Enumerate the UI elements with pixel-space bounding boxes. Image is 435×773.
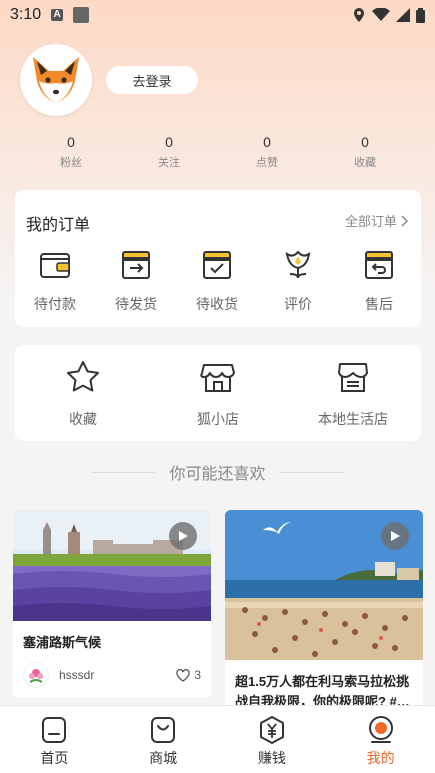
receive-box-icon bbox=[203, 251, 231, 279]
divider-line bbox=[279, 471, 344, 473]
divider-line bbox=[91, 471, 156, 473]
order-pending-receipt[interactable]: 待收货 bbox=[184, 248, 250, 314]
order-pending-shipment[interactable]: 待发货 bbox=[103, 248, 169, 314]
ship-box-icon bbox=[122, 251, 150, 279]
home-icon bbox=[42, 717, 67, 743]
order-item-label: 待发货 bbox=[115, 296, 157, 312]
avatar[interactable] bbox=[20, 44, 92, 116]
feed-thumbnail bbox=[13, 510, 211, 621]
stat-value: 0 bbox=[67, 134, 75, 150]
stat-value: 0 bbox=[165, 134, 173, 150]
stat-likes[interactable]: 0 点赞 bbox=[237, 134, 297, 170]
stat-label: 关注 bbox=[158, 157, 180, 169]
feed-title: 塞浦路斯气候 bbox=[23, 635, 102, 650]
play-button[interactable] bbox=[381, 522, 409, 550]
wifi-icon bbox=[372, 8, 390, 21]
heart-icon bbox=[176, 668, 190, 682]
stat-label: 点赞 bbox=[256, 157, 278, 169]
order-item-label: 待收货 bbox=[196, 296, 238, 312]
chevron-right-icon bbox=[401, 214, 409, 227]
tab-earn[interactable]: 赚钱 bbox=[218, 706, 327, 773]
stat-favorites[interactable]: 0 收藏 bbox=[335, 134, 395, 170]
service-label: 狐小店 bbox=[197, 411, 239, 427]
order-pending-payment[interactable]: 待付款 bbox=[22, 248, 88, 314]
fox-avatar-icon bbox=[33, 57, 79, 103]
stat-fans[interactable]: 0 粉丝 bbox=[41, 134, 101, 170]
play-icon bbox=[391, 531, 400, 541]
yen-coin-icon bbox=[259, 716, 284, 744]
author-name[interactable]: hsssdr bbox=[59, 668, 94, 682]
all-orders-label: 全部订单 bbox=[344, 214, 397, 229]
login-button[interactable]: 去登录 bbox=[106, 66, 198, 94]
order-after-sales[interactable]: 售后 bbox=[346, 248, 412, 314]
service-label: 本地生活店 bbox=[318, 411, 388, 427]
notification-square-icon bbox=[73, 7, 90, 23]
order-item-label: 待付款 bbox=[34, 296, 76, 312]
notification-a-icon: A bbox=[51, 9, 64, 21]
service-favorites[interactable]: 收藏 bbox=[28, 359, 138, 429]
recommend-divider: 你可能还喜欢 bbox=[0, 460, 435, 484]
service-fox-store[interactable]: 狐小店 bbox=[163, 359, 273, 429]
orders-card: 我的订单 全部订单 待付款 待发货 待收货 评价 售后 bbox=[15, 190, 421, 327]
all-orders-link[interactable]: 全部订单 bbox=[345, 211, 409, 230]
order-review[interactable]: 评价 bbox=[265, 248, 331, 314]
battery-icon bbox=[416, 7, 425, 23]
stat-label: 粉丝 bbox=[60, 157, 82, 169]
author-avatar[interactable] bbox=[23, 662, 49, 688]
status-bar: 3:10 A bbox=[0, 0, 435, 30]
star-icon bbox=[67, 361, 99, 392]
tab-label: 商城 bbox=[149, 750, 178, 766]
stat-label: 收藏 bbox=[354, 157, 376, 169]
location-icon bbox=[354, 8, 364, 22]
feed-card[interactable]: 超1.5万人都在利马索马拉松挑战自我极限，你的极限呢? #… bbox=[225, 510, 423, 710]
store-icon bbox=[200, 364, 235, 392]
like-count: 3 bbox=[194, 668, 201, 682]
orders-title: 我的订单 bbox=[26, 217, 91, 234]
shop-bag-icon bbox=[151, 717, 176, 743]
service-local-life[interactable]: 本地生活店 bbox=[298, 359, 408, 429]
tab-mall[interactable]: 商城 bbox=[109, 706, 218, 773]
stat-value: 0 bbox=[263, 134, 271, 150]
wallet-icon bbox=[40, 253, 70, 278]
return-box-icon bbox=[365, 251, 393, 279]
play-icon bbox=[179, 531, 188, 541]
tab-label: 我的 bbox=[366, 750, 395, 766]
feed-thumbnail bbox=[225, 510, 423, 660]
order-item-label: 评价 bbox=[284, 296, 312, 312]
signal-icon bbox=[396, 8, 410, 22]
status-time: 3:10 bbox=[10, 6, 42, 23]
me-icon bbox=[368, 716, 393, 743]
recommend-title: 你可能还喜欢 bbox=[169, 466, 266, 483]
bottom-tab-bar: 首页 商城 赚钱 我的 bbox=[0, 705, 435, 773]
services-card: 收藏 狐小店 本地生活店 bbox=[15, 345, 421, 441]
local-shop-icon bbox=[338, 363, 368, 392]
flower-icon bbox=[285, 250, 311, 279]
like-button[interactable]: 3 bbox=[176, 668, 201, 682]
feed-meta: hsssdr 3 bbox=[23, 662, 201, 688]
service-label: 收藏 bbox=[69, 411, 97, 427]
tab-label: 赚钱 bbox=[257, 750, 286, 766]
play-button[interactable] bbox=[169, 522, 197, 550]
tab-home[interactable]: 首页 bbox=[0, 706, 109, 773]
order-item-label: 售后 bbox=[365, 296, 393, 312]
stat-value: 0 bbox=[361, 134, 369, 150]
tab-me[interactable]: 我的 bbox=[326, 706, 435, 773]
flower-avatar-icon bbox=[24, 663, 48, 687]
feed-card[interactable]: 塞浦路斯气候 hsssdr 3 bbox=[13, 510, 211, 698]
stat-following[interactable]: 0 关注 bbox=[139, 134, 199, 170]
tab-label: 首页 bbox=[40, 750, 69, 766]
